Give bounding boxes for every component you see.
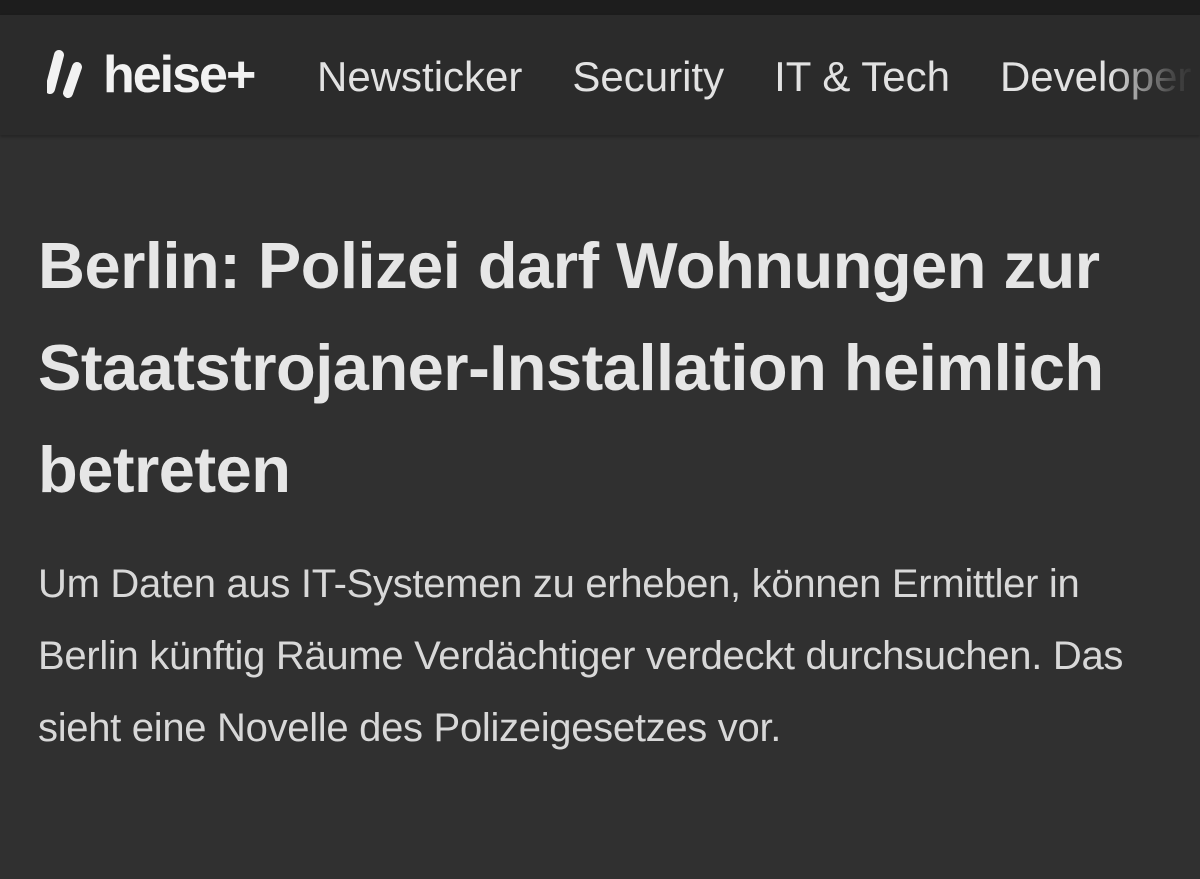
heise-plus-logo[interactable]: heise+ [47, 45, 256, 105]
nav-menu: Newsticker Security IT & Tech Developer [317, 51, 1200, 103]
nav-item-newsticker[interactable]: Newsticker [317, 51, 522, 103]
nav-item-it-tech[interactable]: IT & Tech [774, 51, 950, 103]
article-headline[interactable]: Berlin: Polizei darf Wohnungen zur Staat… [38, 215, 1168, 521]
logo-text: heise+ [103, 46, 256, 104]
heise-logo-mark-icon [47, 50, 82, 98]
nav-item-security[interactable]: Security [572, 51, 724, 103]
status-bar-strip [0, 0, 1200, 15]
top-navigation: heise+ Newsticker Security IT & Tech Dev… [0, 15, 1200, 135]
article-lead: Um Daten aus IT-Systemen zu erheben, kön… [38, 562, 1124, 750]
nav-item-developer[interactable]: Developer [1000, 51, 1191, 103]
